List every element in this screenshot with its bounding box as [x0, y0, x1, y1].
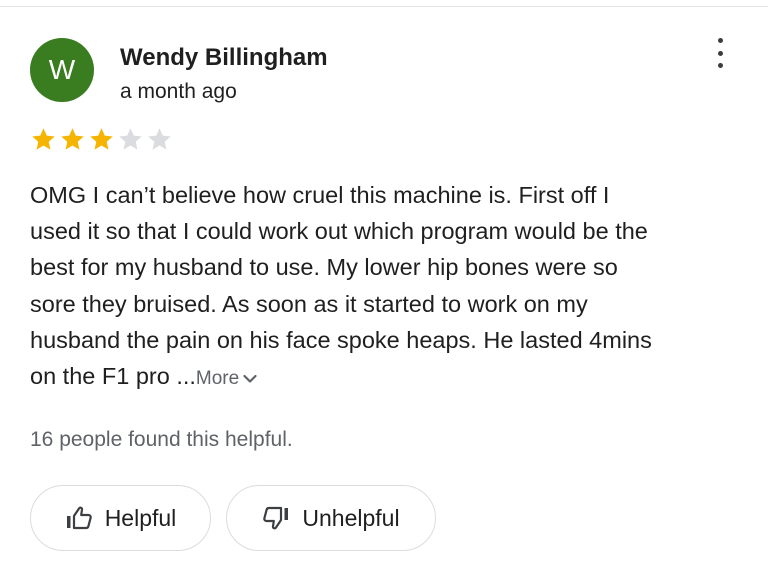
- review-text: OMG I can’t believe how cruel this machi…: [30, 177, 740, 397]
- menu-dot: [717, 63, 723, 68]
- star-filled-icon: [90, 128, 113, 150]
- review-line-last: on the F1 pro ...More: [30, 358, 740, 397]
- review-line: best for my husband to use. My lower hip…: [30, 254, 618, 281]
- menu-dot: [717, 38, 723, 43]
- more-label[interactable]: More: [196, 368, 239, 389]
- helpful-count: 16 people found this helpful.: [30, 428, 293, 451]
- review-line: used it so that I could work out which p…: [30, 218, 648, 245]
- unhelpful-button[interactable]: Unhelpful: [226, 485, 436, 551]
- more-vert-icon[interactable]: [708, 38, 732, 68]
- review-card: W Wendy Billingham a month ago OMG I can…: [0, 0, 768, 571]
- chevron-down-icon[interactable]: [243, 374, 257, 384]
- star-filled-icon: [61, 128, 84, 150]
- thumbs-up-icon: [66, 506, 92, 530]
- star-empty-icon: [148, 128, 171, 150]
- helpful-label[interactable]: Helpful: [105, 505, 177, 532]
- star-rating: [30, 126, 173, 153]
- review-line: sore they bruised. As soon as it started…: [30, 290, 588, 317]
- avatar[interactable]: W: [30, 38, 94, 102]
- unhelpful-label[interactable]: Unhelpful: [302, 505, 399, 532]
- thumbs-down-icon: [263, 506, 289, 530]
- review-line: husband the pain on his face spoke heaps…: [30, 326, 652, 353]
- top-divider: [0, 6, 768, 7]
- review-line: OMG I can’t believe how cruel this machi…: [30, 182, 610, 208]
- review-time: a month ago: [120, 80, 237, 103]
- more-link[interactable]: More: [196, 368, 257, 389]
- author-name[interactable]: Wendy Billingham: [120, 44, 328, 72]
- star-filled-icon: [32, 128, 55, 150]
- helpful-button[interactable]: Helpful: [30, 485, 211, 551]
- review-line-text: on the F1 pro ...: [30, 363, 196, 390]
- star-empty-icon: [119, 128, 142, 150]
- menu-dot: [717, 50, 723, 56]
